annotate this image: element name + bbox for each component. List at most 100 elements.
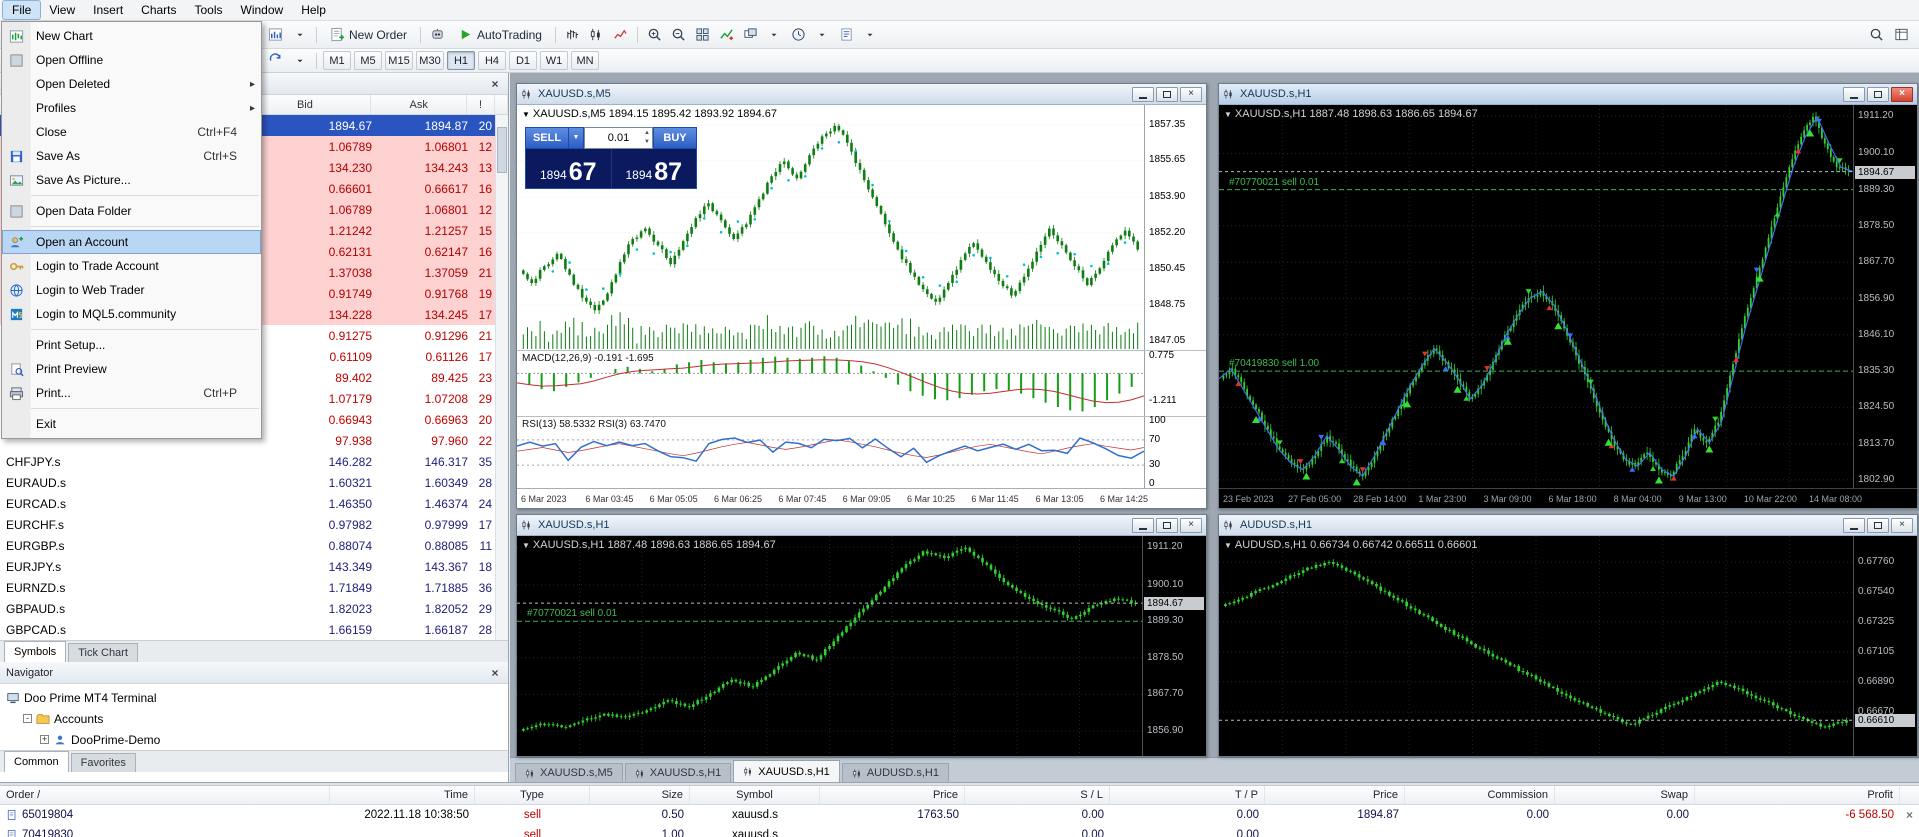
market-watch-row-gbpaud.s[interactable]: GBPAUD.s1.820231.8205229 bbox=[0, 598, 508, 619]
market-watch-row-eurcad.s[interactable]: EURCAD.s1.463501.4637424 bbox=[0, 493, 508, 514]
price-scale[interactable]: 0.666100.677600.675400.673250.671050.668… bbox=[1853, 536, 1917, 756]
templates-button[interactable] bbox=[835, 24, 858, 46]
minimize-button[interactable] bbox=[1843, 87, 1865, 102]
lot-size-input[interactable]: 0.01▲▼ bbox=[584, 127, 653, 149]
navigator-tab-common[interactable]: Common bbox=[4, 751, 69, 772]
menu-tools[interactable]: Tools bbox=[186, 1, 232, 19]
file-menu-item-save-as[interactable]: Save AsCtrl+S bbox=[2, 144, 261, 168]
tile-windows-button[interactable] bbox=[691, 24, 714, 46]
indicators-button[interactable] bbox=[715, 24, 738, 46]
price-scale[interactable]: 1894.671911.201900.101889.301878.501867.… bbox=[1142, 536, 1206, 756]
file-menu-item-open-deleted[interactable]: Open Deleted▸ bbox=[2, 72, 261, 96]
buy-button[interactable]: BUY bbox=[653, 127, 697, 149]
close-order-icon[interactable]: × bbox=[1900, 808, 1919, 822]
timeframe-h4[interactable]: H4 bbox=[478, 51, 506, 70]
market-watch-row-eurgbp.s[interactable]: EURGBP.s0.880740.8808511 bbox=[0, 535, 508, 556]
lot-spinner[interactable]: ▲▼ bbox=[644, 129, 650, 147]
collapse-caret-icon[interactable]: ▼ bbox=[522, 110, 530, 119]
navigator-titlebar[interactable]: Navigator × bbox=[0, 662, 508, 684]
navigator-item-doo-prime-mt4-terminal[interactable]: Doo Prime MT4 Terminal bbox=[0, 687, 508, 708]
market-watch-tab-symbols[interactable]: Symbols bbox=[4, 641, 66, 662]
collapse-caret-icon[interactable]: ▼ bbox=[1224, 110, 1232, 119]
terminal-column-type[interactable]: Type bbox=[475, 786, 590, 804]
order-type-caret-icon[interactable]: ▼ bbox=[569, 127, 584, 149]
caret-button[interactable] bbox=[811, 24, 834, 46]
file-menu-item-close[interactable]: CloseCtrl+F4 bbox=[2, 120, 261, 144]
file-menu-item-profiles[interactable]: Profiles▸ bbox=[2, 96, 261, 120]
timeframe-mn[interactable]: MN bbox=[571, 51, 599, 70]
chart-tab-xauusd-s-h1-1[interactable]: XAUUSD.s,H1 bbox=[625, 763, 732, 782]
chart-plot-area[interactable]: ▼AUDUSD.s,H1 0.66734 0.66742 0.66511 0.6… bbox=[1219, 536, 1853, 756]
terminal-column-swap[interactable]: Swap bbox=[1555, 786, 1695, 804]
plot-area[interactable]: ▼XAUUSD.s,M5 1894.15 1895.42 1893.92 189… bbox=[517, 105, 1144, 350]
chart-window-audusd-s-h1[interactable]: AUDUSD.s,H1×▼AUDUSD.s,H1 0.66734 0.66742… bbox=[1218, 514, 1918, 757]
collapse-caret-icon[interactable]: ▼ bbox=[1224, 541, 1232, 550]
plot-area[interactable]: MACD(12,26,9) -0.191 -1.695 bbox=[517, 351, 1144, 416]
candlestick-chart-button[interactable] bbox=[585, 24, 608, 46]
file-menu-item-open-data-folder[interactable]: Open Data Folder bbox=[2, 199, 261, 223]
price-pane[interactable]: ▼XAUUSD.s,M5 1894.15 1895.42 1893.92 189… bbox=[517, 105, 1206, 351]
collapse-icon[interactable]: - bbox=[23, 714, 32, 723]
market-watch-row-eurjpy.s[interactable]: EURJPY.s143.349143.36718 bbox=[0, 556, 508, 577]
chart-tab-audusd-s-h1-3[interactable]: AUDUSD.s,H1 bbox=[842, 763, 949, 782]
autotrading-button[interactable]: AutoTrading bbox=[450, 24, 550, 46]
terminal-column-profit[interactable]: Profit bbox=[1695, 786, 1900, 804]
periods-button[interactable] bbox=[787, 24, 810, 46]
chart-titlebar[interactable]: AUDUSD.s,H1× bbox=[1219, 515, 1917, 536]
column-header-spread[interactable]: ! bbox=[467, 95, 495, 114]
chart-window-xauusd-s-h1[interactable]: XAUUSD.s,H1×#70770021 sell 0.01▼XAUUSD.s… bbox=[516, 514, 1207, 757]
rsi-pane[interactable]: RSI(13) 58.5332 RSI(3) 63.747010070300 bbox=[517, 417, 1206, 489]
cascade-windows-button[interactable] bbox=[739, 24, 762, 46]
restore-button[interactable] bbox=[1867, 518, 1889, 533]
navigator-item-accounts[interactable]: -Accounts bbox=[0, 708, 508, 729]
price-scale[interactable]: 1857.351855.651853.901852.201850.451848.… bbox=[1144, 105, 1206, 350]
timeframe-m5[interactable]: M5 bbox=[354, 51, 382, 70]
close-icon[interactable]: × bbox=[488, 666, 502, 680]
scrollbar[interactable] bbox=[495, 115, 508, 640]
caret-button[interactable] bbox=[288, 50, 311, 72]
expand-icon[interactable]: + bbox=[40, 735, 49, 744]
sell-button[interactable]: SELL bbox=[525, 127, 569, 149]
close-button[interactable]: × bbox=[1180, 87, 1202, 102]
line-chart-button[interactable] bbox=[609, 24, 632, 46]
terminal-column-symbol[interactable]: Symbol bbox=[690, 786, 820, 804]
timeframe-d1[interactable]: D1 bbox=[509, 51, 537, 70]
terminal-column-commission[interactable]: Commission bbox=[1405, 786, 1555, 804]
minimize-button[interactable] bbox=[1132, 518, 1154, 533]
menu-insert[interactable]: Insert bbox=[84, 1, 132, 19]
chart-titlebar[interactable]: XAUUSD.s,H1× bbox=[517, 515, 1206, 536]
caret-button[interactable] bbox=[859, 24, 882, 46]
navigator-item-dooprime-demo[interactable]: +DooPrime-Demo bbox=[0, 729, 508, 750]
data-window-button[interactable] bbox=[1890, 23, 1913, 45]
chart-plot-area[interactable]: #70770021 sell 0.01#70419830 sell 1.00▼X… bbox=[1219, 105, 1853, 488]
column-header-ask[interactable]: Ask bbox=[371, 95, 467, 114]
price-scale[interactable]: 10070300 bbox=[1144, 417, 1206, 488]
timeframe-w1[interactable]: W1 bbox=[540, 51, 568, 70]
restore-button[interactable] bbox=[1867, 87, 1889, 102]
menu-window[interactable]: Window bbox=[232, 1, 293, 19]
market-watch-row-eurchf.s[interactable]: EURCHF.s0.979820.9799917 bbox=[0, 514, 508, 535]
market-watch-row-gbpcad.s[interactable]: GBPCAD.s1.661591.6618728 bbox=[0, 619, 508, 640]
close-button[interactable]: × bbox=[1891, 87, 1913, 102]
terminal-order-row-65019804[interactable]: 650198042022.11.18 10:38:50sell0.50xauus… bbox=[0, 805, 1919, 825]
file-menu-item-print-preview[interactable]: Print Preview bbox=[2, 357, 261, 381]
terminal-column-sl[interactable]: S / L bbox=[965, 786, 1110, 804]
plot-area[interactable]: RSI(13) 58.5332 RSI(3) 63.7470 bbox=[517, 417, 1144, 488]
file-menu-item-new-chart[interactable]: New Chart bbox=[2, 24, 261, 48]
bar-chart-button[interactable] bbox=[561, 24, 584, 46]
navigator-tab-favorites[interactable]: Favorites bbox=[71, 753, 136, 772]
menu-help[interactable]: Help bbox=[292, 1, 335, 19]
file-menu-item-print[interactable]: Print...Ctrl+P bbox=[2, 381, 261, 405]
terminal-column-tp[interactable]: T / P bbox=[1110, 786, 1265, 804]
file-menu-item-exit[interactable]: Exit bbox=[2, 412, 261, 436]
chart-window-xauusd-s-m5[interactable]: XAUUSD.s,M5×▼XAUUSD.s,M5 1894.15 1895.42… bbox=[516, 83, 1207, 509]
market-watch-row-eurnzd.s[interactable]: EURNZD.s1.718491.7188536 bbox=[0, 577, 508, 598]
zoom-out-button[interactable] bbox=[667, 24, 690, 46]
macd-pane[interactable]: MACD(12,26,9) -0.191 -1.6950.775-1.211 bbox=[517, 351, 1206, 417]
close-button[interactable]: × bbox=[1891, 518, 1913, 533]
file-menu-item-open-offline[interactable]: Open Offline bbox=[2, 48, 261, 72]
terminal-column-price2[interactable]: Price bbox=[1265, 786, 1405, 804]
zoom-in-button[interactable] bbox=[643, 24, 666, 46]
new-order-button[interactable]: New Order bbox=[322, 24, 415, 46]
menu-view[interactable]: View bbox=[40, 1, 84, 19]
